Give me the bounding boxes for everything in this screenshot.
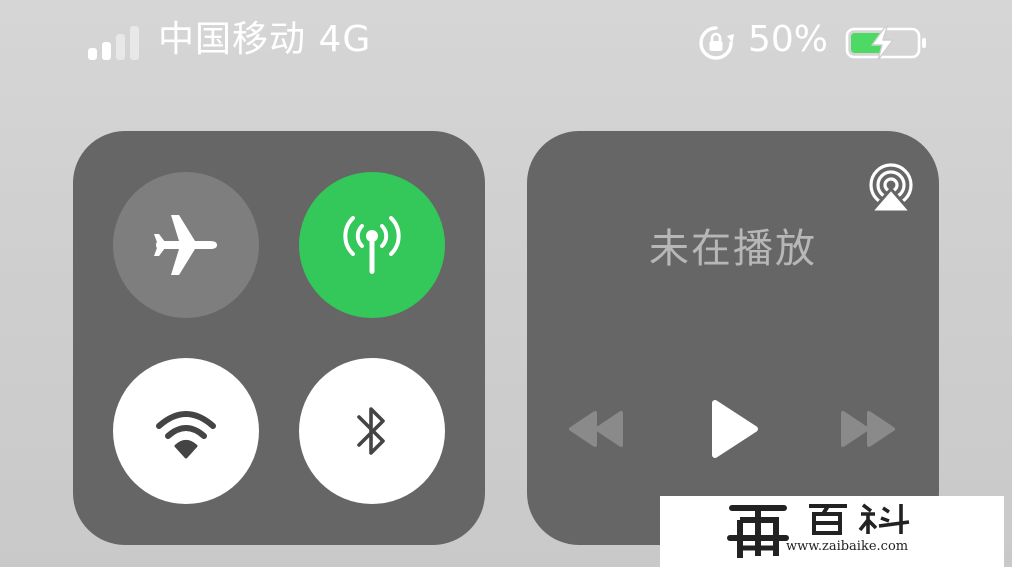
wifi-toggle[interactable] [113, 358, 259, 504]
wifi-icon [156, 411, 216, 459]
signal-bar [102, 42, 111, 60]
now-playing-panel: 未在播放 [527, 131, 939, 545]
battery-charging-icon [845, 26, 926, 61]
bluetooth-toggle[interactable] [299, 358, 445, 504]
watermark-name-logotype [809, 503, 910, 535]
cellular-signal-icon [88, 24, 148, 60]
connectivity-panel [73, 131, 485, 545]
watermark-url: www.zaibaike.com [786, 539, 909, 554]
bluetooth-icon [357, 407, 385, 455]
play-icon[interactable] [707, 397, 763, 461]
rewind-icon[interactable] [565, 409, 627, 449]
airplane-icon [154, 215, 217, 275]
airplay-icon[interactable] [863, 161, 919, 217]
signal-bar [88, 48, 97, 60]
status-bar: 中国移动 4G 50% [0, 0, 1012, 86]
watermark-logo [727, 505, 789, 558]
site-watermark: www.zaibaike.com [660, 496, 1004, 567]
cellular-antenna-icon [343, 216, 401, 274]
signal-bar [116, 34, 125, 60]
now-playing-status: 未在播放 [649, 226, 817, 272]
rotation-lock-icon [699, 26, 734, 60]
fast-forward-icon[interactable] [837, 409, 899, 449]
battery-percentage: 50% [748, 19, 829, 60]
signal-bar [130, 26, 139, 60]
carrier-label: 中国移动 4G [158, 19, 372, 60]
cellular-data-toggle[interactable] [299, 172, 445, 318]
airplane-mode-toggle[interactable] [113, 172, 259, 318]
